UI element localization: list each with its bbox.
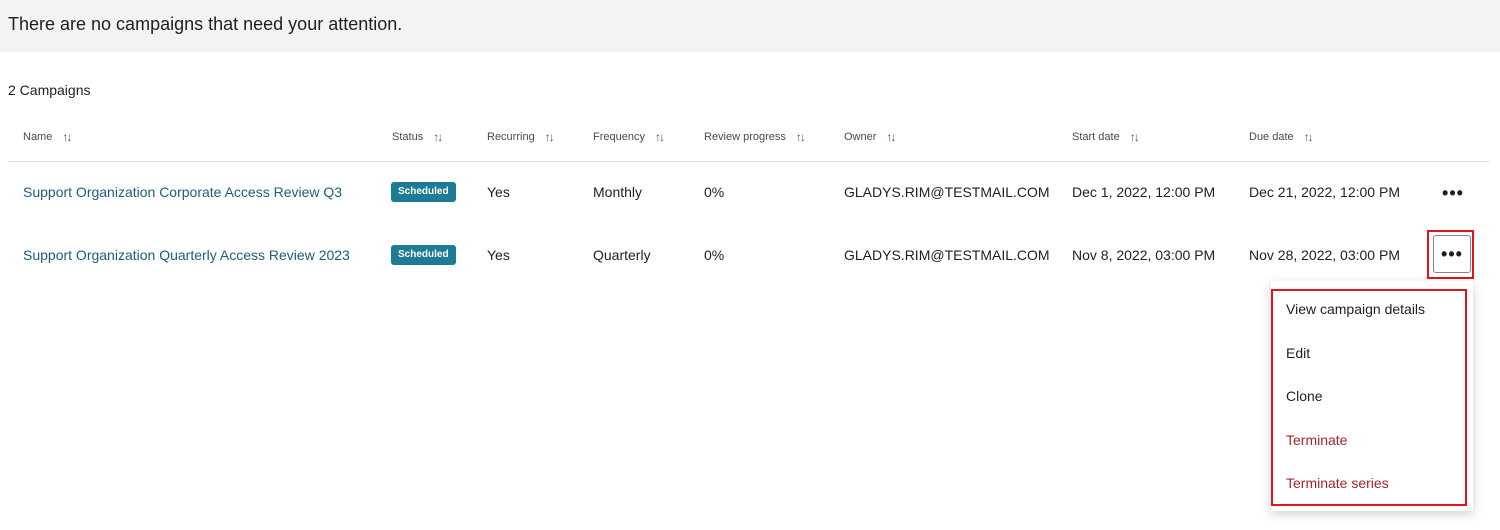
sort-arrows-icon[interactable]: ↑↓ xyxy=(1304,130,1314,144)
column-header-start-date[interactable]: Start date ↑↓ xyxy=(1072,130,1140,144)
frequency-value: Quarterly xyxy=(593,247,651,263)
sort-arrows-icon[interactable]: ↑↓ xyxy=(796,130,806,144)
column-header-owner[interactable]: Owner ↑↓ xyxy=(844,130,896,144)
due-date-value: Dec 21, 2022, 12:00 PM xyxy=(1249,184,1400,200)
column-header-label: Recurring xyxy=(487,131,535,143)
column-header-review-progress[interactable]: Review progress ↑↓ xyxy=(704,130,806,144)
attention-banner: There are no campaigns that need your at… xyxy=(0,0,1500,52)
recurring-value: Yes xyxy=(487,247,510,263)
more-actions-button[interactable]: ••• xyxy=(1435,175,1471,211)
column-header-name[interactable]: Name ↑↓ xyxy=(23,130,72,144)
column-header-recurring[interactable]: Recurring ↑↓ xyxy=(487,130,555,144)
campaign-count: 2 Campaigns xyxy=(8,82,91,98)
campaign-name-link[interactable]: Support Organization Corporate Access Re… xyxy=(23,184,342,200)
column-header-label: Review progress xyxy=(704,131,786,143)
recurring-value: Yes xyxy=(487,184,510,200)
sort-arrows-icon[interactable]: ↑↓ xyxy=(886,130,896,144)
column-header-label: Name xyxy=(23,131,53,143)
start-date-value: Dec 1, 2022, 12:00 PM xyxy=(1072,184,1216,200)
due-date-value: Nov 28, 2022, 03:00 PM xyxy=(1249,247,1400,263)
column-header-label: Start date xyxy=(1072,131,1120,143)
highlight-outline xyxy=(1271,289,1467,506)
start-date-value: Nov 8, 2022, 03:00 PM xyxy=(1072,247,1216,263)
owner-value: GLADYS.RIM@TESTMAIL.COM xyxy=(844,184,1050,200)
review-progress-value: 0% xyxy=(704,247,725,263)
ellipsis-icon: ••• xyxy=(1442,182,1464,203)
review-progress-value: 0% xyxy=(704,184,725,200)
column-header-label: Status xyxy=(392,131,424,143)
attention-message: There are no campaigns that need your at… xyxy=(8,14,403,34)
column-header-label: Due date xyxy=(1249,131,1294,143)
status-badge: Scheduled xyxy=(391,245,456,265)
column-header-status[interactable]: Status ↑↓ xyxy=(392,130,443,144)
sort-arrows-icon[interactable]: ↑↓ xyxy=(1130,130,1140,144)
column-header-due-date[interactable]: Due date ↑↓ xyxy=(1249,130,1314,144)
highlight-outline xyxy=(1427,230,1474,279)
sort-arrows-icon[interactable]: ↑↓ xyxy=(545,130,555,144)
sort-arrows-icon[interactable]: ↑↓ xyxy=(62,130,72,144)
column-header-frequency[interactable]: Frequency ↑↓ xyxy=(593,130,665,144)
owner-value: GLADYS.RIM@TESTMAIL.COM xyxy=(844,247,1050,263)
sort-arrows-icon[interactable]: ↑↓ xyxy=(433,130,443,144)
status-badge: Scheduled xyxy=(391,182,456,202)
header-divider xyxy=(8,161,1489,162)
column-header-label: Frequency xyxy=(593,131,645,143)
campaign-name-link[interactable]: Support Organization Quarterly Access Re… xyxy=(23,247,350,263)
column-header-label: Owner xyxy=(844,131,877,143)
frequency-value: Monthly xyxy=(593,184,643,200)
sort-arrows-icon[interactable]: ↑↓ xyxy=(655,130,665,144)
